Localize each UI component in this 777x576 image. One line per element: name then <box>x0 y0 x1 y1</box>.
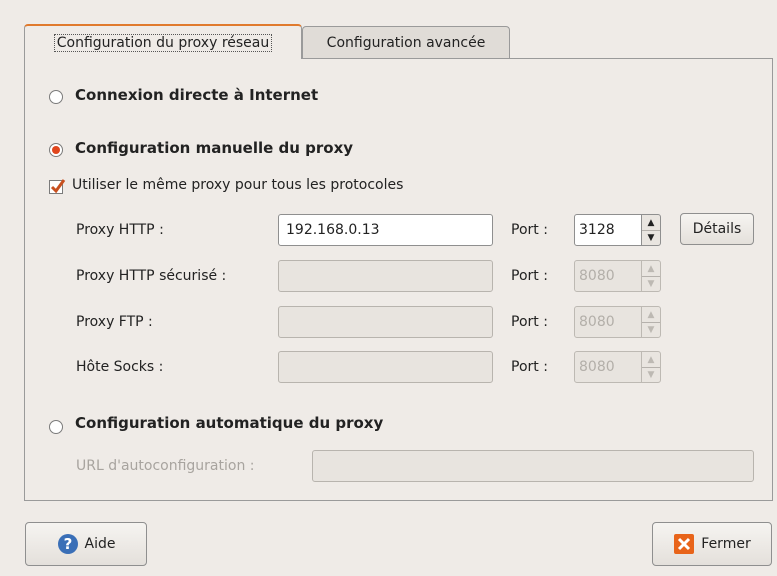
socks-port-spinner[interactable]: 8080 ▲ ▼ <box>574 351 664 383</box>
manual-proxy-radio[interactable] <box>49 143 63 157</box>
spin-up-icon[interactable]: ▲ <box>642 261 660 277</box>
direct-connection-radio[interactable] <box>49 90 63 104</box>
close-button-label: Fermer <box>701 536 751 552</box>
proxy-https-port-value[interactable]: 8080 <box>574 260 642 292</box>
socks-port-label: Port : <box>511 359 548 375</box>
checkmark-icon <box>50 179 66 194</box>
svg-text:?: ? <box>63 535 72 553</box>
spin-down-icon[interactable]: ▼ <box>642 367 660 382</box>
same-proxy-checkbox[interactable] <box>49 179 66 194</box>
proxy-https-port-label: Port : <box>511 268 548 284</box>
tab-advanced-config[interactable]: Configuration avancée <box>302 26 510 59</box>
close-icon <box>674 534 695 554</box>
help-button[interactable]: ? Aide <box>25 522 147 566</box>
proxy-ftp-port-value[interactable]: 8080 <box>574 306 642 338</box>
socks-host-input[interactable] <box>278 351 493 383</box>
same-proxy-label[interactable]: Utiliser le même proxy pour tous les pro… <box>72 177 403 193</box>
autoconfig-url-label: URL d'autoconfiguration : <box>76 458 255 474</box>
manual-proxy-label[interactable]: Configuration manuelle du proxy <box>75 139 353 157</box>
proxy-http-label: Proxy HTTP : <box>76 222 164 238</box>
proxy-http-port-spinner[interactable]: 3128 ▲ ▼ <box>574 214 664 246</box>
tab-proxy-config-label: Configuration du proxy réseau <box>53 33 273 52</box>
direct-connection-label[interactable]: Connexion directe à Internet <box>75 86 318 104</box>
proxy-https-input[interactable] <box>278 260 493 292</box>
spin-down-icon[interactable]: ▼ <box>642 230 660 245</box>
proxy-ftp-input[interactable] <box>278 306 493 338</box>
socks-port-value[interactable]: 8080 <box>574 351 642 383</box>
spin-up-icon[interactable]: ▲ <box>642 307 660 323</box>
autoconfig-url-input[interactable] <box>312 450 754 482</box>
proxy-http-port-value[interactable]: 3128 <box>574 214 642 246</box>
proxy-ftp-port-spinner[interactable]: 8080 ▲ ▼ <box>574 306 664 338</box>
tab-proxy-config[interactable]: Configuration du proxy réseau <box>24 24 302 59</box>
details-button[interactable]: Détails <box>680 213 754 245</box>
help-icon: ? <box>57 534 78 554</box>
proxy-https-label: Proxy HTTP sécurisé : <box>76 268 227 284</box>
spin-down-icon[interactable]: ▼ <box>642 322 660 337</box>
socks-host-label: Hôte Socks : <box>76 359 164 375</box>
spin-down-icon[interactable]: ▼ <box>642 276 660 291</box>
proxy-ftp-label: Proxy FTP : <box>76 314 153 330</box>
proxy-http-port-label: Port : <box>511 222 548 238</box>
proxy-ftp-port-label: Port : <box>511 314 548 330</box>
spin-up-icon[interactable]: ▲ <box>642 215 660 231</box>
spin-up-icon[interactable]: ▲ <box>642 352 660 368</box>
help-button-label: Aide <box>84 536 116 552</box>
auto-proxy-radio[interactable] <box>49 420 63 434</box>
auto-proxy-label[interactable]: Configuration automatique du proxy <box>75 414 383 432</box>
proxy-https-port-spinner[interactable]: 8080 ▲ ▼ <box>574 260 664 292</box>
proxy-http-input[interactable]: 192.168.0.13 <box>278 214 493 246</box>
tab-advanced-config-label: Configuration avancée <box>326 35 486 51</box>
close-button[interactable]: Fermer <box>652 522 772 566</box>
